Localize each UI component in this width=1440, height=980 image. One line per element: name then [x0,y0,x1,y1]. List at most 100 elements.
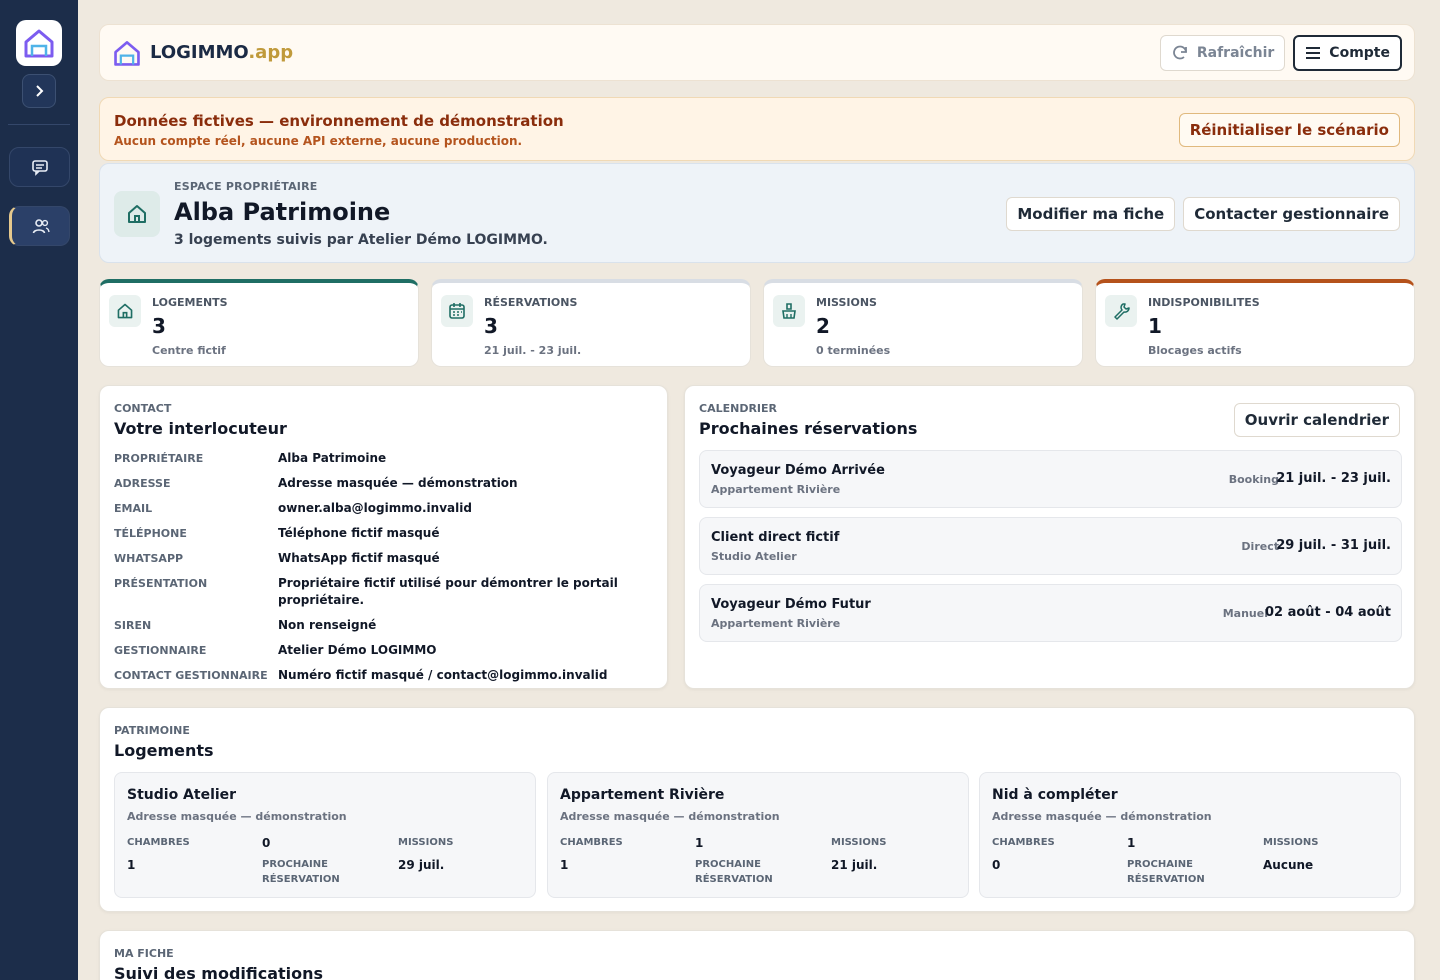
contact-row: PRÉSENTATION Propriétaire fictif utilisé … [114,575,654,609]
reservation-dates: 02 août - 04 août [1264,605,1391,620]
stat-note: 0 terminées [816,344,891,357]
owner-subtitle: 3 logements suivis par Atelier Démo LOGI… [174,232,548,248]
contact-field-value: Numéro fictif masqué / contact@logimmo.i… [278,668,608,682]
property-name: Studio Atelier [127,787,237,803]
edit-profile-button[interactable]: Modifier ma fiche [1006,197,1176,231]
property-address: Adresse masquée — démonstration [127,810,347,823]
property-name: Appartement Rivière [560,787,725,803]
sidebar-item-messages[interactable] [9,147,70,187]
sidebar-item-owners[interactable] [9,206,70,246]
property-field-label: CHAMBRES [560,837,623,848]
account-label: Compte [1329,44,1390,61]
property-field-label: CHAMBRES [992,837,1055,848]
contact-field-value: Non renseigné [278,618,377,632]
house-logo-icon [114,40,140,66]
demo-banner: Données fictives — environnement de démo… [99,97,1415,161]
contact-card: CONTACT Votre interlocuteur PROPRIÉTAIRE… [99,385,668,689]
brand[interactable]: LOGIMMO.app [112,38,293,68]
stat-note: Blocages actifs [1148,344,1242,357]
calendar-title: Prochaines réservations [699,419,918,438]
owner-header: ESPACE PROPRIÉTAIRE Alba Patrimoine 3 lo… [99,163,1415,263]
contact-field-label: GESTIONNAIRE [114,644,207,657]
cleaning-icon [782,303,796,319]
wrench-icon [1114,303,1130,320]
stat-value: 1 [1148,314,1162,338]
property-card[interactable]: Appartement Rivière Adresse masquée — dém… [547,772,969,898]
property-field-value: 1 [1127,836,1136,850]
reservation-property: Appartement Rivière [711,483,841,496]
contact-field-value: Alba Patrimoine [278,451,387,465]
contact-field-value: WhatsApp fictif masqué [278,551,440,565]
stat-label: LOGEMENTS [152,296,228,309]
property-field-value: 29 juil. [398,858,445,872]
reservation-source: Manuel [1222,607,1268,620]
contact-field-value: Propriétaire fictif utilisé pour démontr… [278,576,618,607]
property-field-label: MISSIONS [398,837,454,848]
sidebar-divider [8,124,70,125]
stat-card-indisponibilites: INDISPONIBILITES 1 Blocages actifs [1095,279,1415,367]
property-card[interactable]: Studio Atelier Adresse masquée — démonstr… [114,772,536,898]
refresh-label: Rafraîchir [1196,44,1275,61]
stat-card-missions: MISSIONS 2 0 terminées [763,279,1083,367]
fiche-title: Suivi des modifications [114,964,324,980]
property-field-value: 1 [127,858,136,872]
sidebar-expand-button[interactable] [22,74,56,108]
account-button[interactable]: Compte [1293,34,1402,71]
stat-value: 3 [152,314,166,338]
contact-manager-button[interactable]: Contacter gestionnaire [1183,197,1400,231]
property-field-label: PROCHAINE [695,859,761,870]
property-card[interactable]: Nid à compléter Adresse masquée — démonst… [979,772,1401,898]
reservation-item[interactable]: Voyageur Démo Arrivée Appartement Rivièr… [699,450,1402,508]
calendar-icon [449,303,465,319]
contact-field-label: PRÉSENTATION [114,577,208,590]
stat-card-logements: LOGEMENTS 3 Centre fictif [99,279,419,367]
owner-icon-box [114,191,160,237]
contact-row: TÉLÉPHONE Téléphone fictif masqué [114,525,654,542]
contact-row: GESTIONNAIRE Atelier Démo LOGIMMO [114,642,654,659]
home-icon [117,303,133,319]
contact-field-label: PROPRIÉTAIRE [114,452,204,465]
contact-field-value: Atelier Démo LOGIMMO [278,643,437,657]
property-address: Adresse masquée — démonstration [560,810,780,823]
stats-row: LOGEMENTS 3 Centre fictif RÉSERVATIONS 3… [99,279,1415,367]
property-field-value: 1 [695,836,704,850]
property-field-label: RÉSERVATION [1127,874,1205,885]
open-calendar-button[interactable]: Ouvrir calendrier [1233,403,1400,437]
property-field-label: RÉSERVATION [695,874,773,885]
contact-field-label: CONTACT GESTIONNAIRE [114,669,268,682]
property-field-value: Aucune [1263,858,1314,872]
contact-field-label: EMAIL [114,502,153,515]
reservation-dates: 29 juil. - 31 juil. [1276,538,1391,553]
owner-kicker: ESPACE PROPRIÉTAIRE [174,180,318,193]
top-bar: LOGIMMO.app Rafraîchir Compte [99,24,1415,81]
stat-note: Centre fictif [152,344,226,357]
contact-details: PROPRIÉTAIRE Alba Patrimoine ADRESSE Adress… [114,450,654,692]
property-field-label: PROCHAINE [262,859,328,870]
reservation-property: Studio Atelier [711,550,797,563]
reset-scenario-button[interactable]: Réinitialiser le scénario [1178,113,1400,147]
stat-note: 21 juil. - 23 juil. [484,344,582,357]
contact-field-value: owner.alba@logimmo.invalid [278,501,472,515]
stat-value: 3 [484,314,498,338]
refresh-button[interactable]: Rafraîchir [1159,34,1286,71]
contact-row: SIREN Non renseigné [114,617,654,634]
contact-field-label: SIREN [114,619,152,632]
stat-value: 2 [816,314,830,338]
home-icon [128,205,146,223]
users-icon [32,219,50,234]
contact-row: ADRESSE Adresse masquée — démonstration [114,475,654,492]
property-field-value: 0 [992,858,1001,872]
brand-name: LOGIMMO [150,42,249,63]
sidebar [0,0,78,980]
contact-field-value: Adresse masquée — démonstration [278,476,518,490]
contact-row: CONTACT GESTIONNAIRE Numéro fictif masqué… [114,667,654,684]
reservation-guest: Client direct fictif [711,530,840,545]
app-logo[interactable] [16,20,62,66]
reservation-item[interactable]: Voyageur Démo Futur Appartement Rivière … [699,584,1402,642]
reservation-dates: 21 juil. - 23 juil. [1276,471,1391,486]
message-icon [31,160,48,176]
reservation-guest: Voyageur Démo Futur [711,597,871,612]
reservation-source: Direct [1241,540,1279,553]
reservation-item[interactable]: Client direct fictif Studio Atelier Dire… [699,517,1402,575]
contact-row: WHATSAPP WhatsApp fictif masqué [114,550,654,567]
